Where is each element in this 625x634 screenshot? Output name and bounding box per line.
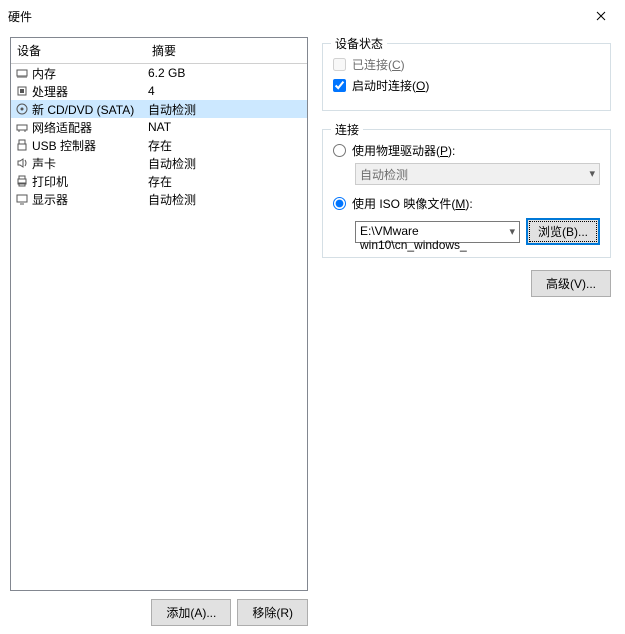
dialog-title: 硬件 bbox=[8, 8, 32, 25]
device-summary: 自动检测 bbox=[146, 155, 307, 172]
device-name: 处理器 bbox=[32, 83, 68, 100]
device-list-header: 设备 摘要 bbox=[11, 38, 307, 64]
advanced-button[interactable]: 高级(V)... bbox=[531, 270, 611, 297]
device-row[interactable]: 网络适配器 NAT bbox=[11, 118, 307, 136]
physical-drive-combo: 自动检测 bbox=[355, 163, 600, 185]
device-row[interactable]: 打印机 存在 bbox=[11, 172, 307, 190]
device-name: 网络适配器 bbox=[32, 119, 92, 136]
iso-file-radio[interactable] bbox=[333, 197, 346, 210]
device-name: 声卡 bbox=[32, 155, 56, 172]
display-icon bbox=[15, 192, 29, 206]
device-list[interactable]: 设备 摘要 内存6.2 GB处理器4新 CD/DVD (SATA)自动检测网络适… bbox=[10, 37, 308, 591]
device-name: 打印机 bbox=[32, 173, 68, 190]
connection-title: 连接 bbox=[331, 121, 363, 138]
connected-label: 已连接(C) bbox=[352, 56, 405, 73]
device-name: USB 控制器 bbox=[32, 137, 96, 154]
device-row[interactable]: 新 CD/DVD (SATA) 自动检测 bbox=[11, 100, 307, 118]
physical-drive-radio[interactable] bbox=[333, 144, 346, 157]
device-name: 内存 bbox=[32, 65, 56, 82]
device-summary: 存在 bbox=[146, 173, 307, 190]
connect-at-startup-label: 启动时连接(O) bbox=[352, 77, 429, 94]
device-row[interactable]: 处理器 4 bbox=[11, 82, 307, 100]
header-summary: 摘要 bbox=[146, 38, 307, 63]
device-status-title: 设备状态 bbox=[331, 35, 387, 52]
remove-button[interactable]: 移除(R) bbox=[237, 599, 308, 626]
device-row[interactable]: 内存 6.2 GB bbox=[11, 64, 307, 82]
device-name: 显示器 bbox=[32, 191, 68, 208]
device-summary: 4 bbox=[146, 84, 307, 98]
connected-checkbox bbox=[333, 58, 346, 71]
usb-icon bbox=[15, 138, 29, 152]
add-button[interactable]: 添加(A)... bbox=[151, 599, 231, 626]
printer-icon bbox=[15, 174, 29, 188]
device-summary: 存在 bbox=[146, 137, 307, 154]
device-row[interactable]: USB 控制器 存在 bbox=[11, 136, 307, 154]
iso-path-combo[interactable]: E:\VMware win10\cn_windows_ bbox=[355, 221, 520, 243]
cpu-icon bbox=[15, 84, 29, 98]
cd-icon bbox=[15, 102, 29, 116]
device-summary: 6.2 GB bbox=[146, 66, 307, 80]
header-device: 设备 bbox=[11, 38, 146, 63]
sound-icon bbox=[15, 156, 29, 170]
net-icon bbox=[15, 120, 29, 134]
browse-button[interactable]: 浏览(B)... bbox=[526, 218, 600, 245]
device-name: 新 CD/DVD (SATA) bbox=[32, 101, 134, 118]
iso-file-label: 使用 ISO 映像文件(M): bbox=[352, 195, 473, 212]
device-row[interactable]: 声卡 自动检测 bbox=[11, 154, 307, 172]
device-status-group: 设备状态 已连接(C) 启动时连接(O) bbox=[322, 43, 611, 111]
device-summary: 自动检测 bbox=[146, 191, 307, 208]
physical-drive-label: 使用物理驱动器(P): bbox=[352, 142, 455, 159]
connection-group: 连接 使用物理驱动器(P): 自动检测 使用 ISO 映像文件(M): E:\V… bbox=[322, 129, 611, 258]
device-summary: 自动检测 bbox=[146, 101, 307, 118]
connect-at-startup-checkbox[interactable] bbox=[333, 79, 346, 92]
device-row[interactable]: 显示器 自动检测 bbox=[11, 190, 307, 208]
device-summary: NAT bbox=[146, 120, 307, 134]
close-icon bbox=[596, 11, 606, 21]
memory-icon bbox=[15, 66, 29, 80]
close-button[interactable] bbox=[585, 6, 617, 26]
